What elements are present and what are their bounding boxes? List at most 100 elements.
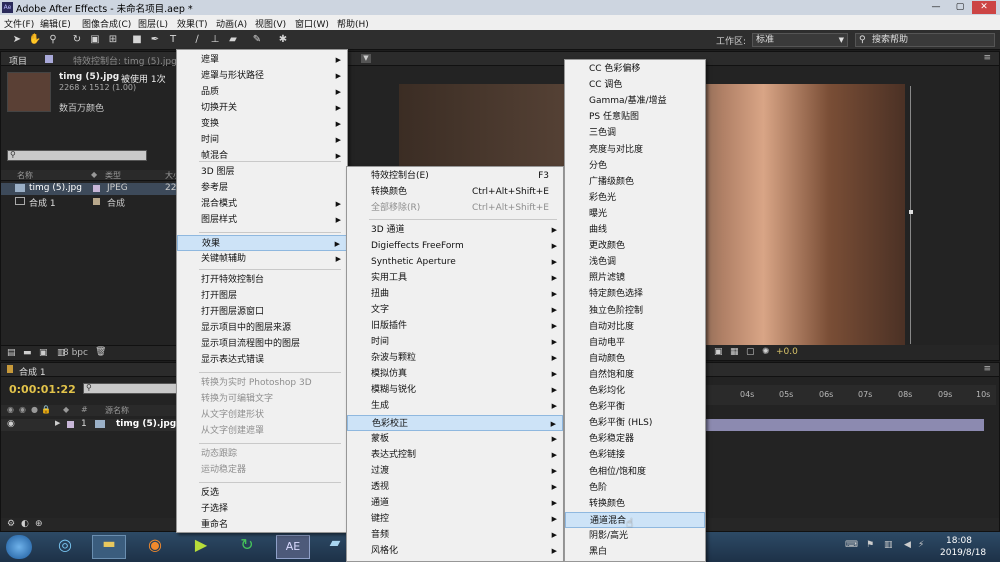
color-menu-item[interactable]: 色彩均化: [565, 383, 705, 399]
layer-menu-item[interactable]: 遮罩与形状路径 ▶: [177, 68, 347, 84]
effect-menu-item[interactable]: 转换颜色 Ctrl+Alt+Shift+E: [347, 184, 563, 200]
tab-composition[interactable]: 合成 1: [19, 365, 46, 378]
layer-menu-item[interactable]: 子选择: [177, 501, 347, 517]
layer-menu-item[interactable]: 关键帧辅助 ▶: [177, 251, 347, 267]
effect-menu-item[interactable]: 3D 通道 ▶: [347, 222, 563, 238]
layer-menu-item[interactable]: 品质 ▶: [177, 84, 347, 100]
exposure-icon[interactable]: ✺: [762, 347, 770, 357]
table-row[interactable]: timg (5).jpg JPEG 226: [1, 183, 189, 195]
toggle-switches-icon[interactable]: ⚙: [7, 519, 15, 529]
layer-menu-item[interactable]: 图层样式 ▶: [177, 212, 347, 228]
color-menu-item[interactable]: CC 调色: [565, 77, 705, 93]
layer-menu-item[interactable]: 显示项目流程图中的图层: [177, 336, 347, 352]
color-menu-item[interactable]: 自然饱和度: [565, 367, 705, 383]
network-tray-icon[interactable]: ▥: [884, 540, 893, 550]
layer-search-input[interactable]: ⚲: [83, 383, 183, 394]
color-menu-item[interactable]: 自动电平: [565, 335, 705, 351]
color-menu-item[interactable]: 转换颜色: [565, 496, 705, 512]
toggle-transfer-icon[interactable]: ⊕: [35, 519, 43, 529]
file-explorer-icon[interactable]: ▬: [92, 535, 126, 559]
video-editor-icon[interactable]: ▶: [186, 535, 216, 559]
color-menu-item[interactable]: 自动对比度: [565, 319, 705, 335]
zoom-tool-icon[interactable]: ⚲: [46, 33, 60, 47]
help-search-input[interactable]: ⚲ 搜索帮助: [855, 33, 995, 47]
color-menu-item[interactable]: 曝光: [565, 206, 705, 222]
transparency-grid-icon[interactable]: ▦: [730, 347, 739, 357]
menu-effect[interactable]: 效果(T): [177, 17, 208, 30]
start-button[interactable]: [6, 535, 32, 559]
refresh-app-icon[interactable]: ↻: [232, 535, 262, 559]
roto-brush-tool-icon[interactable]: ✎: [250, 33, 264, 47]
rotate-tool-icon[interactable]: ↻: [70, 33, 84, 47]
exposure-value[interactable]: +0.0: [776, 347, 798, 357]
layer-menu-item[interactable]: 混合模式 ▶: [177, 196, 347, 212]
color-menu-item[interactable]: PS 任意贴图: [565, 109, 705, 125]
brush-tool-icon[interactable]: ∕: [190, 33, 204, 47]
region-of-interest-icon[interactable]: ▣: [714, 347, 723, 357]
visibility-icon[interactable]: ◉: [7, 419, 15, 429]
color-menu-item[interactable]: 色彩平衡: [565, 399, 705, 415]
hand-tool-icon[interactable]: ✋: [28, 33, 42, 47]
new-folder-icon[interactable]: ▬: [23, 348, 32, 358]
layer-menu-item[interactable]: 时间 ▶: [177, 132, 347, 148]
pen-tool-icon[interactable]: ✒: [148, 33, 162, 47]
selection-tool-icon[interactable]: ➤: [10, 33, 24, 47]
effect-menu-item[interactable]: 扭曲 ▶: [347, 286, 563, 302]
minimize-icon[interactable]: —: [924, 1, 948, 14]
effect-menu-item[interactable]: 生成 ▶: [347, 398, 563, 414]
clock-time[interactable]: 18:08: [946, 536, 972, 546]
color-menu-item[interactable]: 分色: [565, 158, 705, 174]
tab-project[interactable]: 项目: [9, 54, 27, 67]
col-name[interactable]: 名称: [17, 170, 33, 181]
color-menu-item[interactable]: 照片滤镜: [565, 270, 705, 286]
layer-menu-item[interactable]: 重命名: [177, 517, 347, 533]
color-menu-item[interactable]: 更改颜色: [565, 238, 705, 254]
after-effects-taskbar-button[interactable]: AE: [276, 535, 310, 559]
time-ruler[interactable]: 04s 05s 06s 07s 08s 09s 10s: [706, 385, 996, 405]
layer-menu-item[interactable]: 显示表达式错误: [177, 352, 347, 368]
timecode-display[interactable]: 0:00:01:22: [9, 383, 76, 396]
layer-menu-item[interactable]: 打开图层源窗口: [177, 304, 347, 320]
menu-edit[interactable]: 编辑(E): [40, 17, 71, 30]
mask-visibility-icon[interactable]: ▢: [746, 347, 755, 357]
panel-menu-icon[interactable]: ≡: [983, 53, 991, 63]
project-search-input[interactable]: ⚲: [7, 150, 147, 161]
layer-menu-item[interactable]: 效果 ▶: [177, 235, 347, 251]
layer-menu-item[interactable]: 打开特效控制台: [177, 272, 347, 288]
eraser-tool-icon[interactable]: ▰: [226, 33, 240, 47]
color-depth-label[interactable]: 8 bpc: [63, 348, 88, 358]
menu-layer[interactable]: 图层(L): [138, 17, 168, 30]
color-menu-item[interactable]: 自动颜色: [565, 351, 705, 367]
color-menu-item[interactable]: 独立色阶控制: [565, 303, 705, 319]
effect-menu-item[interactable]: 特效控制台(E) F3: [347, 168, 563, 184]
interpret-footage-icon[interactable]: ▤: [7, 348, 16, 358]
trash-icon[interactable]: 🗑: [95, 347, 106, 357]
flag-tray-icon[interactable]: ⚑: [866, 540, 874, 550]
color-menu-item[interactable]: 三色调: [565, 125, 705, 141]
color-menu-item[interactable]: 色彩链接: [565, 447, 705, 463]
color-menu-item[interactable]: Gamma/基准/增益: [565, 93, 705, 109]
workspace-select[interactable]: 标准 ▼: [752, 33, 848, 47]
effect-menu-item[interactable]: 过渡 ▶: [347, 463, 563, 479]
layer-menu-item[interactable]: 反选: [177, 485, 347, 501]
volume-tray-icon[interactable]: ◀: [904, 540, 911, 550]
menu-animation[interactable]: 动画(A): [216, 17, 247, 30]
color-menu-item[interactable]: 色相位/饱和度: [565, 464, 705, 480]
tab-effect-controls[interactable]: 特效控制台: timg (5).jpg: [73, 54, 177, 67]
color-menu-item[interactable]: 黑白: [565, 544, 705, 560]
close-icon[interactable]: ✕: [972, 1, 996, 14]
effect-menu-item[interactable]: 透视 ▶: [347, 479, 563, 495]
effect-menu-item[interactable]: 音频 ▶: [347, 527, 563, 543]
toggle-modes-icon[interactable]: ◐: [21, 519, 29, 529]
puppet-tool-icon[interactable]: ✱: [276, 33, 290, 47]
effect-menu-item[interactable]: 风格化 ▶: [347, 543, 563, 559]
usb-tray-icon[interactable]: ⚡: [918, 540, 924, 550]
layer-handle[interactable]: [909, 210, 913, 214]
layer-menu-item[interactable]: 显示项目中的图层来源: [177, 320, 347, 336]
color-menu-item[interactable]: 色阶: [565, 480, 705, 496]
firefox-icon[interactable]: ◉: [140, 535, 170, 559]
menu-composition[interactable]: 图像合成(C): [82, 17, 131, 30]
panel-menu-icon[interactable]: ≡: [983, 364, 991, 374]
effect-menu-item[interactable]: 色彩校正 ▶: [347, 415, 563, 431]
layer-menu-item[interactable]: 3D 图层: [177, 164, 347, 180]
